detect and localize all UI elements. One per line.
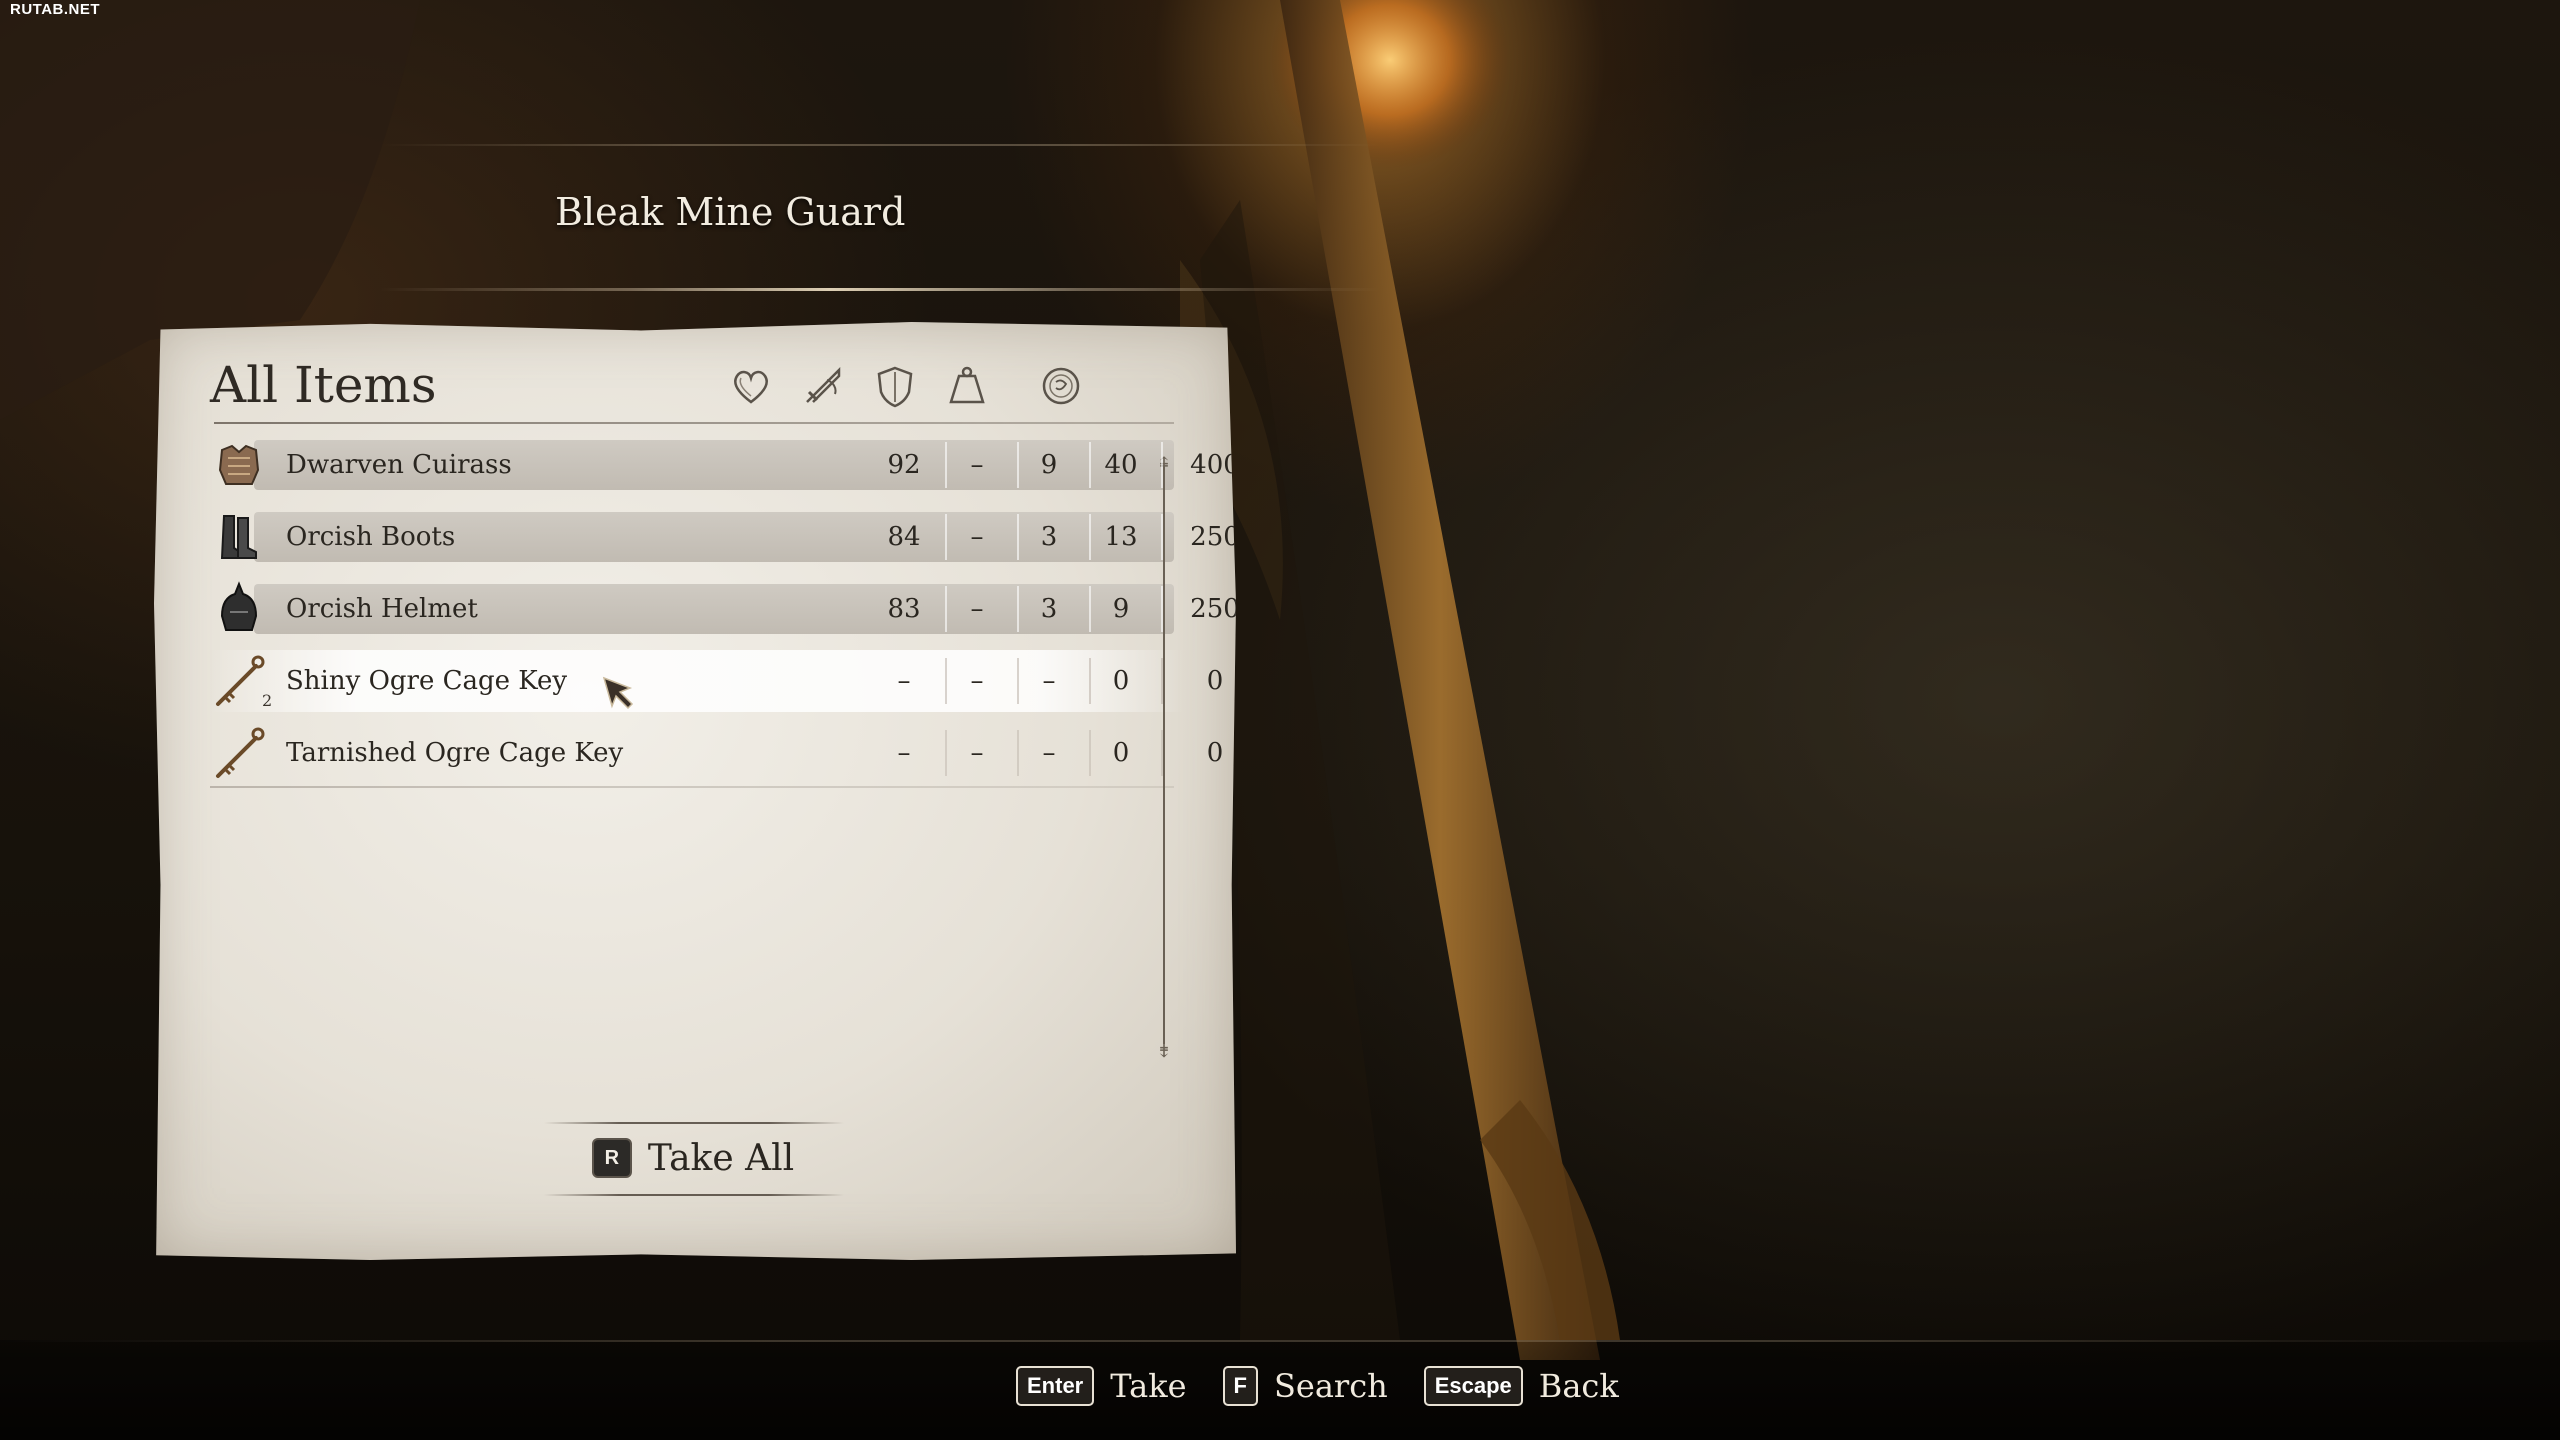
item-health: 92 — [887, 450, 921, 480]
item-armor: – — [1042, 738, 1056, 768]
item-armor: 3 — [1040, 594, 1058, 624]
take-all-label: Take All — [647, 1137, 795, 1179]
control-hints: Enter Take F Search Escape Back — [1016, 1366, 1637, 1406]
item-weight: 0 — [1112, 738, 1130, 768]
item-row-orcish-boots[interactable]: Orcish Boots 84 – 3 13 250 — [210, 506, 1236, 568]
take-all-button[interactable]: R Take All — [544, 1122, 844, 1196]
item-health: 84 — [887, 522, 921, 552]
item-health: – — [897, 738, 911, 768]
f-key-icon: F — [1222, 1366, 1258, 1406]
header-divider-bottom — [380, 288, 1380, 291]
item-weight: 9 — [1112, 594, 1130, 624]
coin-value-icon[interactable] — [1037, 362, 1085, 410]
key-icon — [210, 724, 268, 782]
item-value: 400 — [1190, 450, 1240, 480]
item-name: Orcish Helmet — [286, 594, 478, 624]
item-name: Dwarven Cuirass — [286, 450, 512, 480]
scroll-down-icon[interactable]: ⇟ — [1154, 1038, 1174, 1062]
item-value: 250 — [1190, 594, 1240, 624]
cuirass-icon — [210, 436, 268, 494]
item-row-dwarven-cuirass[interactable]: Dwarven Cuirass 92 – 9 40 400 — [210, 434, 1236, 496]
item-damage: – — [970, 666, 984, 696]
escape-key-icon: Escape — [1423, 1366, 1523, 1406]
hint-label: Search — [1273, 1367, 1388, 1405]
item-weight: 40 — [1104, 450, 1138, 480]
item-health: – — [897, 666, 911, 696]
hint-label: Back — [1538, 1367, 1619, 1405]
item-name: Tarnished Ogre Cage Key — [286, 738, 624, 768]
enter-key-icon: Enter — [1016, 1366, 1095, 1406]
item-value: 0 — [1206, 666, 1224, 696]
item-count: 2 — [262, 691, 273, 710]
item-damage: – — [970, 522, 984, 552]
item-weight: 13 — [1104, 522, 1138, 552]
weight-icon[interactable] — [943, 362, 991, 410]
container-title: Bleak Mine Guard — [555, 190, 906, 234]
helmet-icon — [210, 580, 268, 638]
item-row-orcish-helmet[interactable]: Orcish Helmet 83 – 3 9 250 — [210, 578, 1236, 640]
key-icon — [210, 652, 268, 710]
mouse-cursor-icon — [602, 676, 634, 710]
crossed-swords-damage-icon[interactable] — [799, 362, 847, 410]
item-armor: – — [1042, 666, 1056, 696]
header-divider-top — [380, 144, 1380, 146]
controls-divider — [0, 1340, 2560, 1342]
item-weight: 0 — [1112, 666, 1130, 696]
hint-take[interactable]: Enter Take — [1016, 1366, 1187, 1406]
loot-panel: All Items Dwarven Cuirass 92 – 9 40 400 … — [154, 322, 1236, 1260]
item-value: 0 — [1206, 738, 1224, 768]
shield-armor-icon[interactable] — [871, 362, 919, 410]
item-value: 250 — [1190, 522, 1240, 552]
boots-icon — [210, 508, 268, 566]
heart-health-icon[interactable] — [727, 362, 775, 410]
header-rule — [214, 422, 1174, 424]
item-row-shiny-ogre-cage-key[interactable]: 2 Shiny Ogre Cage Key – – – 0 0 — [210, 650, 1223, 712]
hint-search[interactable]: F Search — [1222, 1366, 1388, 1406]
hint-back[interactable]: Escape Back — [1423, 1366, 1619, 1406]
item-armor: 3 — [1040, 522, 1058, 552]
hint-label: Take — [1110, 1367, 1187, 1405]
watermark: RUTAB.NET — [10, 1, 101, 18]
key-r-icon: R — [593, 1140, 630, 1176]
item-damage: – — [970, 594, 984, 624]
item-name: Orcish Boots — [286, 522, 456, 552]
item-damage: – — [970, 738, 984, 768]
item-health: 83 — [887, 594, 921, 624]
item-armor: 9 — [1040, 450, 1058, 480]
item-row-tarnished-ogre-cage-key[interactable]: Tarnished Ogre Cage Key – – – 0 0 — [210, 722, 1223, 788]
item-damage: – — [970, 450, 984, 480]
item-name: Shiny Ogre Cage Key — [286, 666, 568, 696]
panel-title: All Items — [210, 356, 437, 414]
item-list: Dwarven Cuirass 92 – 9 40 400 Orcish Boo… — [210, 434, 1236, 794]
